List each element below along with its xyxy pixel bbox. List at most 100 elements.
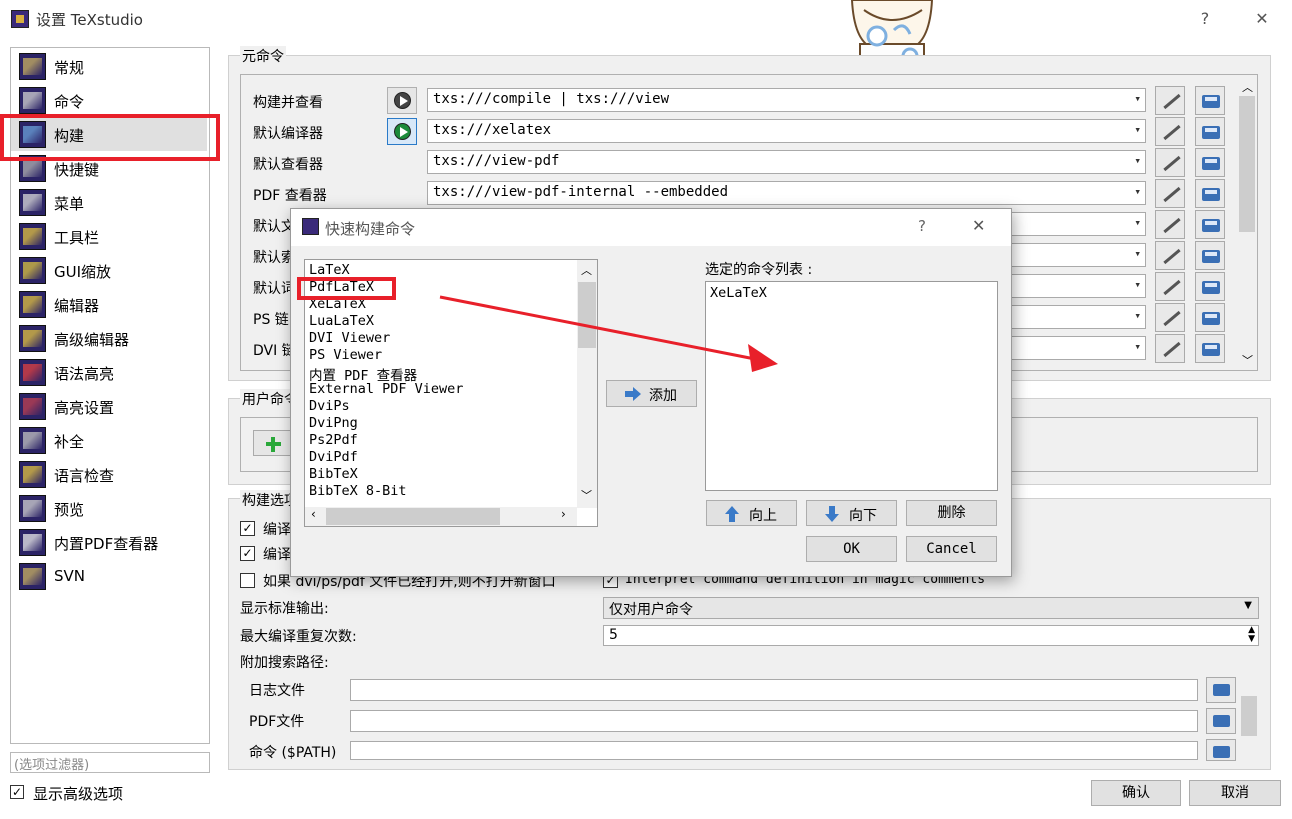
sidebar-item-label: 预览 <box>54 501 85 519</box>
command-list-item[interactable]: External PDF Viewer <box>309 381 463 397</box>
pdf-path-save-button[interactable] <box>1206 708 1236 734</box>
chevron-down-icon[interactable]: ▾ <box>1134 216 1141 229</box>
sidebar-item-4[interactable]: 菜单 <box>11 186 207 219</box>
command-list-item[interactable]: BibTeX <box>309 466 358 482</box>
chevron-down-icon[interactable]: ▾ <box>1134 309 1141 322</box>
sidebar-item-11[interactable]: 补全 <box>11 424 207 457</box>
cancel-button[interactable]: 取消 <box>1189 780 1281 806</box>
chevron-down-icon[interactable]: ▾ <box>1134 247 1141 260</box>
spin-arrows-icon[interactable]: ▲ ▼ <box>1248 626 1255 644</box>
configure-wrench-icon[interactable] <box>1155 210 1185 239</box>
command-list-item[interactable]: DviPdf <box>309 449 358 465</box>
sidebar-item-10[interactable]: 高亮设置 <box>11 390 207 423</box>
chevron-down-icon[interactable]: ▾ <box>1134 185 1141 198</box>
command-path-save-button[interactable] <box>1206 739 1236 761</box>
add-command-button[interactable]: 添加 <box>606 380 697 407</box>
sidebar-item-0[interactable]: 常规 <box>11 50 207 83</box>
chevron-down-icon[interactable]: ▾ <box>1134 278 1141 291</box>
command-list-item[interactable]: LaTeX <box>309 262 350 278</box>
paths-scroll-thumb[interactable] <box>1241 696 1257 736</box>
confirm-button[interactable]: 确认 <box>1091 780 1181 806</box>
meta-scroll-thumb[interactable] <box>1239 96 1255 232</box>
sidebar-item-1[interactable]: 命令 <box>11 84 207 117</box>
move-down-button[interactable]: 向下 <box>806 500 897 526</box>
configure-wrench-icon[interactable] <box>1155 303 1185 332</box>
sidebar-item-8[interactable]: 高级编辑器 <box>11 322 207 355</box>
command-list-item[interactable]: DviPs <box>309 398 350 414</box>
configure-wrench-icon[interactable] <box>1155 334 1185 363</box>
close-button[interactable]: ✕ <box>1248 6 1276 32</box>
save-icon[interactable] <box>1195 179 1225 208</box>
compile-option-checkbox-1[interactable]: ✓ <box>240 521 255 536</box>
save-icon[interactable] <box>1195 272 1225 301</box>
scroll-left-icon[interactable]: ‹ <box>311 507 316 521</box>
chevron-down-icon[interactable]: ▾ <box>1134 154 1141 167</box>
stdout-select[interactable]: 仅对用户命令 ▼ <box>603 597 1259 619</box>
log-path-input[interactable] <box>350 679 1198 701</box>
sidebar-item-13[interactable]: 预览 <box>11 492 207 525</box>
scroll-down-icon[interactable]: ﹀ <box>1242 352 1253 368</box>
option-filter-input[interactable]: (选项过滤器) <box>10 752 210 773</box>
chevron-down-icon[interactable]: ▾ <box>1134 123 1141 136</box>
command-path-input[interactable] <box>350 741 1198 760</box>
save-icon[interactable] <box>1195 148 1225 177</box>
sidebar-item-5[interactable]: 工具栏 <box>11 220 207 253</box>
save-icon[interactable] <box>1195 241 1225 270</box>
configure-wrench-icon[interactable] <box>1155 148 1185 177</box>
meta-command-input[interactable]: txs:///view-pdf-internal --embedded ▾ <box>427 181 1146 205</box>
dialog-close-button[interactable]: ✕ <box>972 216 985 235</box>
delete-button[interactable]: 删除 <box>906 500 997 526</box>
dialog-help-button[interactable]: ? <box>918 217 926 235</box>
run-command-button[interactable] <box>387 87 417 114</box>
dialog-ok-button[interactable]: OK <box>806 536 897 562</box>
run-command-button[interactable] <box>387 118 417 145</box>
add-user-command-button[interactable] <box>253 430 293 456</box>
sidebar-item-9[interactable]: 语法高亮 <box>11 356 207 389</box>
command-list-item[interactable]: PS Viewer <box>309 347 382 363</box>
commands-hscroll-thumb[interactable] <box>326 508 500 525</box>
sidebar-item-7[interactable]: 编辑器 <box>11 288 207 321</box>
sidebar-item-14[interactable]: 内置PDF查看器 <box>11 526 207 559</box>
meta-command-label: PS 链 <box>253 312 289 328</box>
save-icon[interactable] <box>1195 210 1225 239</box>
chevron-down-icon[interactable]: ▾ <box>1134 340 1141 353</box>
configure-wrench-icon[interactable] <box>1155 179 1185 208</box>
configure-wrench-icon[interactable] <box>1155 272 1185 301</box>
sidebar-item-12[interactable]: 语言检查 <box>11 458 207 491</box>
log-path-save-button[interactable] <box>1206 677 1236 703</box>
commands-vscroll-thumb[interactable] <box>578 282 596 348</box>
scroll-right-icon[interactable]: › <box>561 507 566 521</box>
save-icon[interactable] <box>1195 303 1225 332</box>
selected-commands-list[interactable]: XeLaTeX <box>705 281 998 491</box>
command-list-item[interactable]: DviPng <box>309 415 358 431</box>
configure-wrench-icon[interactable] <box>1155 86 1185 115</box>
save-icon[interactable] <box>1195 117 1225 146</box>
command-list-item[interactable]: LuaLaTeX <box>309 313 374 329</box>
configure-wrench-icon[interactable] <box>1155 241 1185 270</box>
dialog-cancel-button[interactable]: Cancel <box>906 536 997 562</box>
help-button[interactable]: ? <box>1191 6 1219 32</box>
chevron-down-icon[interactable]: ▾ <box>1134 92 1141 105</box>
reuse-window-checkbox[interactable] <box>240 573 255 588</box>
show-advanced-checkbox[interactable]: ✓ <box>10 785 24 799</box>
meta-command-input[interactable]: txs:///view-pdf ▾ <box>427 150 1146 174</box>
meta-command-input[interactable]: txs:///xelatex ▾ <box>427 119 1146 143</box>
scroll-up-icon[interactable]: ︿ <box>581 262 592 278</box>
command-list-item[interactable]: DVI Viewer <box>309 330 390 346</box>
selected-command-item[interactable]: XeLaTeX <box>710 285 767 301</box>
save-icon[interactable] <box>1195 334 1225 363</box>
scroll-down-icon[interactable]: ﹀ <box>581 487 592 503</box>
save-icon[interactable] <box>1195 86 1225 115</box>
highlight-settings-icon <box>19 393 46 420</box>
move-up-button[interactable]: 向上 <box>706 500 797 526</box>
sidebar-item-6[interactable]: GUI缩放 <box>11 254 207 287</box>
sidebar-item-15[interactable]: SVN <box>11 560 207 593</box>
compile-option-checkbox-2[interactable]: ✓ <box>240 546 255 561</box>
command-list-item[interactable]: Ps2Pdf <box>309 432 358 448</box>
pdf-path-input[interactable] <box>350 710 1198 732</box>
repeat-count-spinbox[interactable]: 5 ▲ ▼ <box>603 625 1259 646</box>
meta-command-input[interactable]: txs:///compile | txs:///view ▾ <box>427 88 1146 112</box>
scroll-up-icon[interactable]: ︿ <box>1242 79 1253 95</box>
configure-wrench-icon[interactable] <box>1155 117 1185 146</box>
command-list-item[interactable]: BibTeX 8-Bit <box>309 483 407 499</box>
